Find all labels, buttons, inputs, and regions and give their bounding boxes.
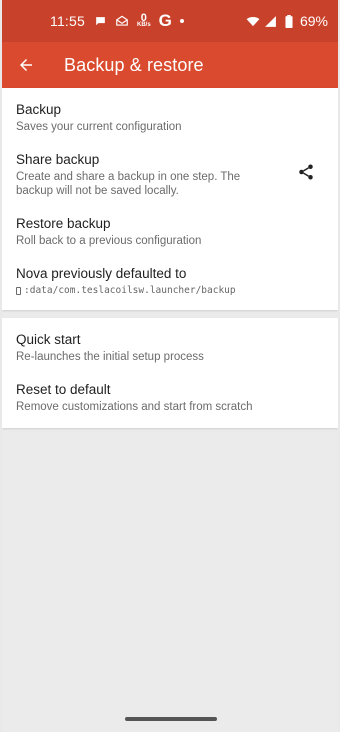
- reset-section: Quick start Re-launches the initial setu…: [2, 318, 338, 428]
- share-backup-item[interactable]: Share backup Create and share a backup i…: [2, 142, 338, 206]
- status-right: 69%: [246, 13, 328, 29]
- email-icon: [115, 14, 129, 28]
- share-icon: [299, 164, 313, 180]
- battery-percent: 69%: [299, 13, 328, 29]
- email-icon-svg: [116, 15, 128, 26]
- phone-storage-icon: [16, 287, 21, 295]
- app-bar: Backup & restore: [2, 42, 338, 88]
- share-backup-title: Share backup: [16, 152, 100, 167]
- cell-signal-icon-svg: [265, 15, 277, 27]
- page-title: Backup & restore: [64, 54, 204, 75]
- network-speed-unit: KB/s: [137, 22, 151, 29]
- wifi-icon-svg: [246, 16, 260, 26]
- wifi-icon: [246, 14, 260, 28]
- arrow-back-icon: [20, 59, 32, 71]
- reset-default-item[interactable]: Reset to default Remove customizations a…: [2, 372, 338, 422]
- battery-icon-svg: [285, 14, 293, 28]
- share-backup-subtitle: Create and share a backup in one step. T…: [16, 171, 241, 197]
- app-screen: 11:55 0 KB/s G 69% Backup & restore Back…: [2, 0, 338, 732]
- restore-backup-title: Restore backup: [16, 216, 111, 231]
- restore-backup-item[interactable]: Restore backup Roll back to a previous c…: [2, 206, 338, 256]
- backup-section: Backup Saves your current configuration …: [2, 88, 338, 310]
- home-indicator[interactable]: [125, 717, 217, 721]
- google-icon: G: [158, 11, 172, 30]
- quick-start-subtitle: Re-launches the initial setup process: [16, 351, 204, 363]
- backup-title: Backup: [16, 102, 62, 117]
- backup-item[interactable]: Backup Saves your current configuration: [2, 92, 338, 142]
- cell-signal-icon: [264, 14, 278, 28]
- status-bar: 11:55 0 KB/s G 69%: [2, 0, 338, 42]
- restore-backup-subtitle: Roll back to a previous configuration: [16, 235, 202, 247]
- reset-default-title: Reset to default: [16, 382, 111, 397]
- nova-default-path-value: :data/com.teslacoilsw.launcher/backup: [24, 285, 236, 296]
- chat-bubble-icon: [93, 14, 107, 28]
- back-button[interactable]: [2, 42, 50, 88]
- network-speed-indicator: 0 KB/s: [137, 12, 151, 29]
- backup-subtitle: Saves your current configuration: [16, 121, 182, 133]
- nova-default-path-item[interactable]: Nova previously defaulted to :data/com.t…: [2, 256, 338, 306]
- nova-default-path-subtitle: :data/com.teslacoilsw.launcher/backup: [16, 284, 324, 298]
- share-button[interactable]: [294, 160, 318, 184]
- notification-dot-icon: [179, 19, 184, 23]
- battery-icon: [282, 14, 296, 28]
- quick-start-title: Quick start: [16, 332, 81, 347]
- chat-bubble-icon-svg: [95, 16, 105, 25]
- status-left: 11:55 0 KB/s G: [50, 11, 184, 31]
- reset-default-subtitle: Remove customizations and start from scr…: [16, 401, 253, 413]
- quick-start-item[interactable]: Quick start Re-launches the initial setu…: [2, 322, 338, 372]
- nova-default-path-title: Nova previously defaulted to: [16, 266, 187, 281]
- status-time: 11:55: [50, 13, 85, 29]
